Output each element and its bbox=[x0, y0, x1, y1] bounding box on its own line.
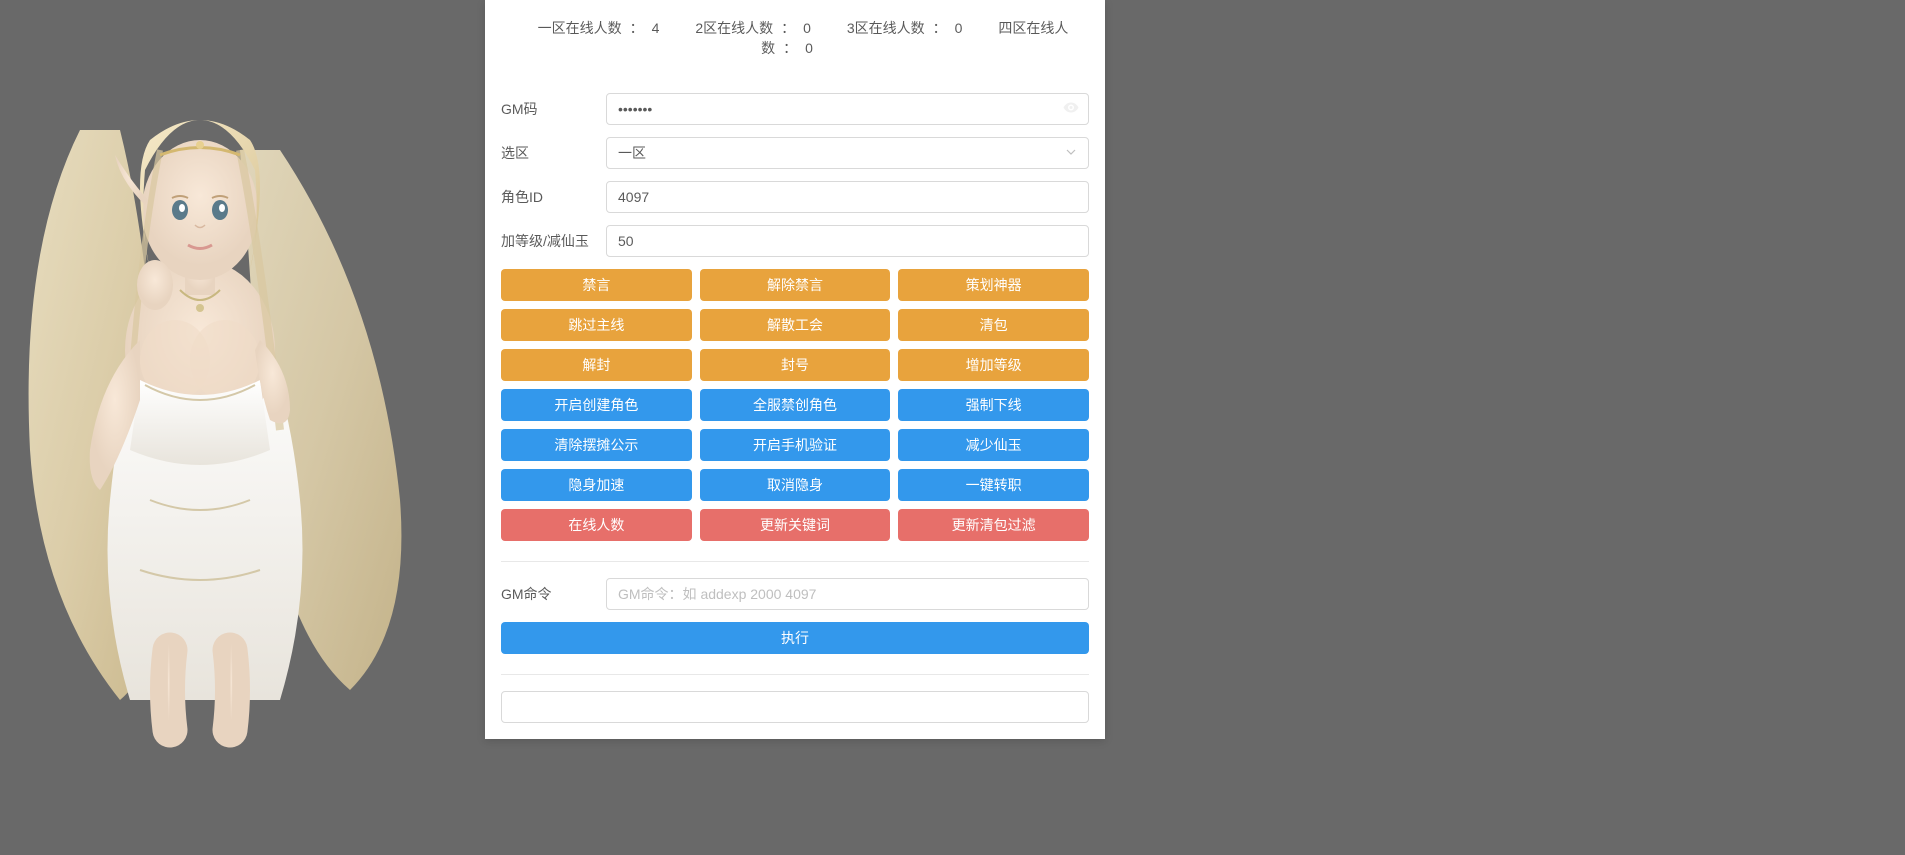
execute-button[interactable]: 执行 bbox=[501, 622, 1089, 654]
level-label: 加等级/减仙玉 bbox=[501, 231, 606, 251]
update-clearbag-filter-button[interactable]: 更新清包过滤 bbox=[898, 509, 1089, 541]
level-input[interactable] bbox=[606, 225, 1089, 257]
form-content: GM码 选区 一区 角色ID bbox=[485, 77, 1105, 739]
role-id-input[interactable] bbox=[606, 181, 1089, 213]
eye-icon[interactable] bbox=[1063, 100, 1079, 119]
unban-button[interactable]: 解封 bbox=[501, 349, 692, 381]
gm-cmd-row: GM命令 bbox=[501, 578, 1089, 610]
gm-cmd-input[interactable] bbox=[606, 578, 1089, 610]
enable-create-role-button[interactable]: 开启创建角色 bbox=[501, 389, 692, 421]
gm-code-label: GM码 bbox=[501, 99, 606, 119]
one-key-class-change-button[interactable]: 一键转职 bbox=[898, 469, 1089, 501]
mute-button[interactable]: 禁言 bbox=[501, 269, 692, 301]
gm-code-input[interactable] bbox=[606, 93, 1089, 125]
reduce-xianyu-button[interactable]: 减少仙玉 bbox=[898, 429, 1089, 461]
online-stats-header: 一区在线人数：4 2区在线人数：0 3区在线人数：0 四区在线人数：0 bbox=[485, 0, 1105, 77]
stealth-speed-button[interactable]: 隐身加速 bbox=[501, 469, 692, 501]
zone-row: 选区 一区 bbox=[501, 137, 1089, 169]
zone3-stat: 3区在线人数：0 bbox=[839, 20, 971, 36]
enable-phone-verify-button[interactable]: 开启手机验证 bbox=[700, 429, 891, 461]
bottom-input[interactable] bbox=[501, 691, 1089, 723]
divider-2 bbox=[501, 674, 1089, 675]
level-row: 加等级/减仙玉 bbox=[501, 225, 1089, 257]
character-illustration bbox=[0, 50, 450, 750]
online-count-button[interactable]: 在线人数 bbox=[501, 509, 692, 541]
force-offline-button[interactable]: 强制下线 bbox=[898, 389, 1089, 421]
ban-button[interactable]: 封号 bbox=[700, 349, 891, 381]
disable-create-role-button[interactable]: 全服禁创角色 bbox=[700, 389, 891, 421]
clear-bag-button[interactable]: 清包 bbox=[898, 309, 1089, 341]
action-buttons-grid: 禁言 解除禁言 策划神器 跳过主线 解散工会 清包 解封 封号 增加等级 开启创… bbox=[501, 269, 1089, 541]
execute-grid: 执行 bbox=[501, 622, 1089, 654]
clear-stall-notice-button[interactable]: 清除摆摊公示 bbox=[501, 429, 692, 461]
add-level-button[interactable]: 增加等级 bbox=[898, 349, 1089, 381]
zone1-stat: 一区在线人数：4 bbox=[530, 20, 668, 36]
chevron-down-icon bbox=[1065, 145, 1077, 161]
divider bbox=[501, 561, 1089, 562]
cancel-stealth-button[interactable]: 取消隐身 bbox=[700, 469, 891, 501]
zone-select[interactable]: 一区 bbox=[606, 137, 1089, 169]
zone-label: 选区 bbox=[501, 143, 606, 163]
planner-weapon-button[interactable]: 策划神器 bbox=[898, 269, 1089, 301]
gm-code-row: GM码 bbox=[501, 93, 1089, 125]
skip-mainline-button[interactable]: 跳过主线 bbox=[501, 309, 692, 341]
disband-guild-button[interactable]: 解散工会 bbox=[700, 309, 891, 341]
unmute-button[interactable]: 解除禁言 bbox=[700, 269, 891, 301]
role-id-label: 角色ID bbox=[501, 187, 606, 207]
update-keywords-button[interactable]: 更新关键词 bbox=[700, 509, 891, 541]
role-id-row: 角色ID bbox=[501, 181, 1089, 213]
admin-panel: 一区在线人数：4 2区在线人数：0 3区在线人数：0 四区在线人数：0 GM码 … bbox=[485, 0, 1105, 739]
gm-cmd-label: GM命令 bbox=[501, 584, 606, 604]
zone2-stat: 2区在线人数：0 bbox=[687, 20, 819, 36]
zone-select-value: 一区 bbox=[618, 143, 646, 163]
